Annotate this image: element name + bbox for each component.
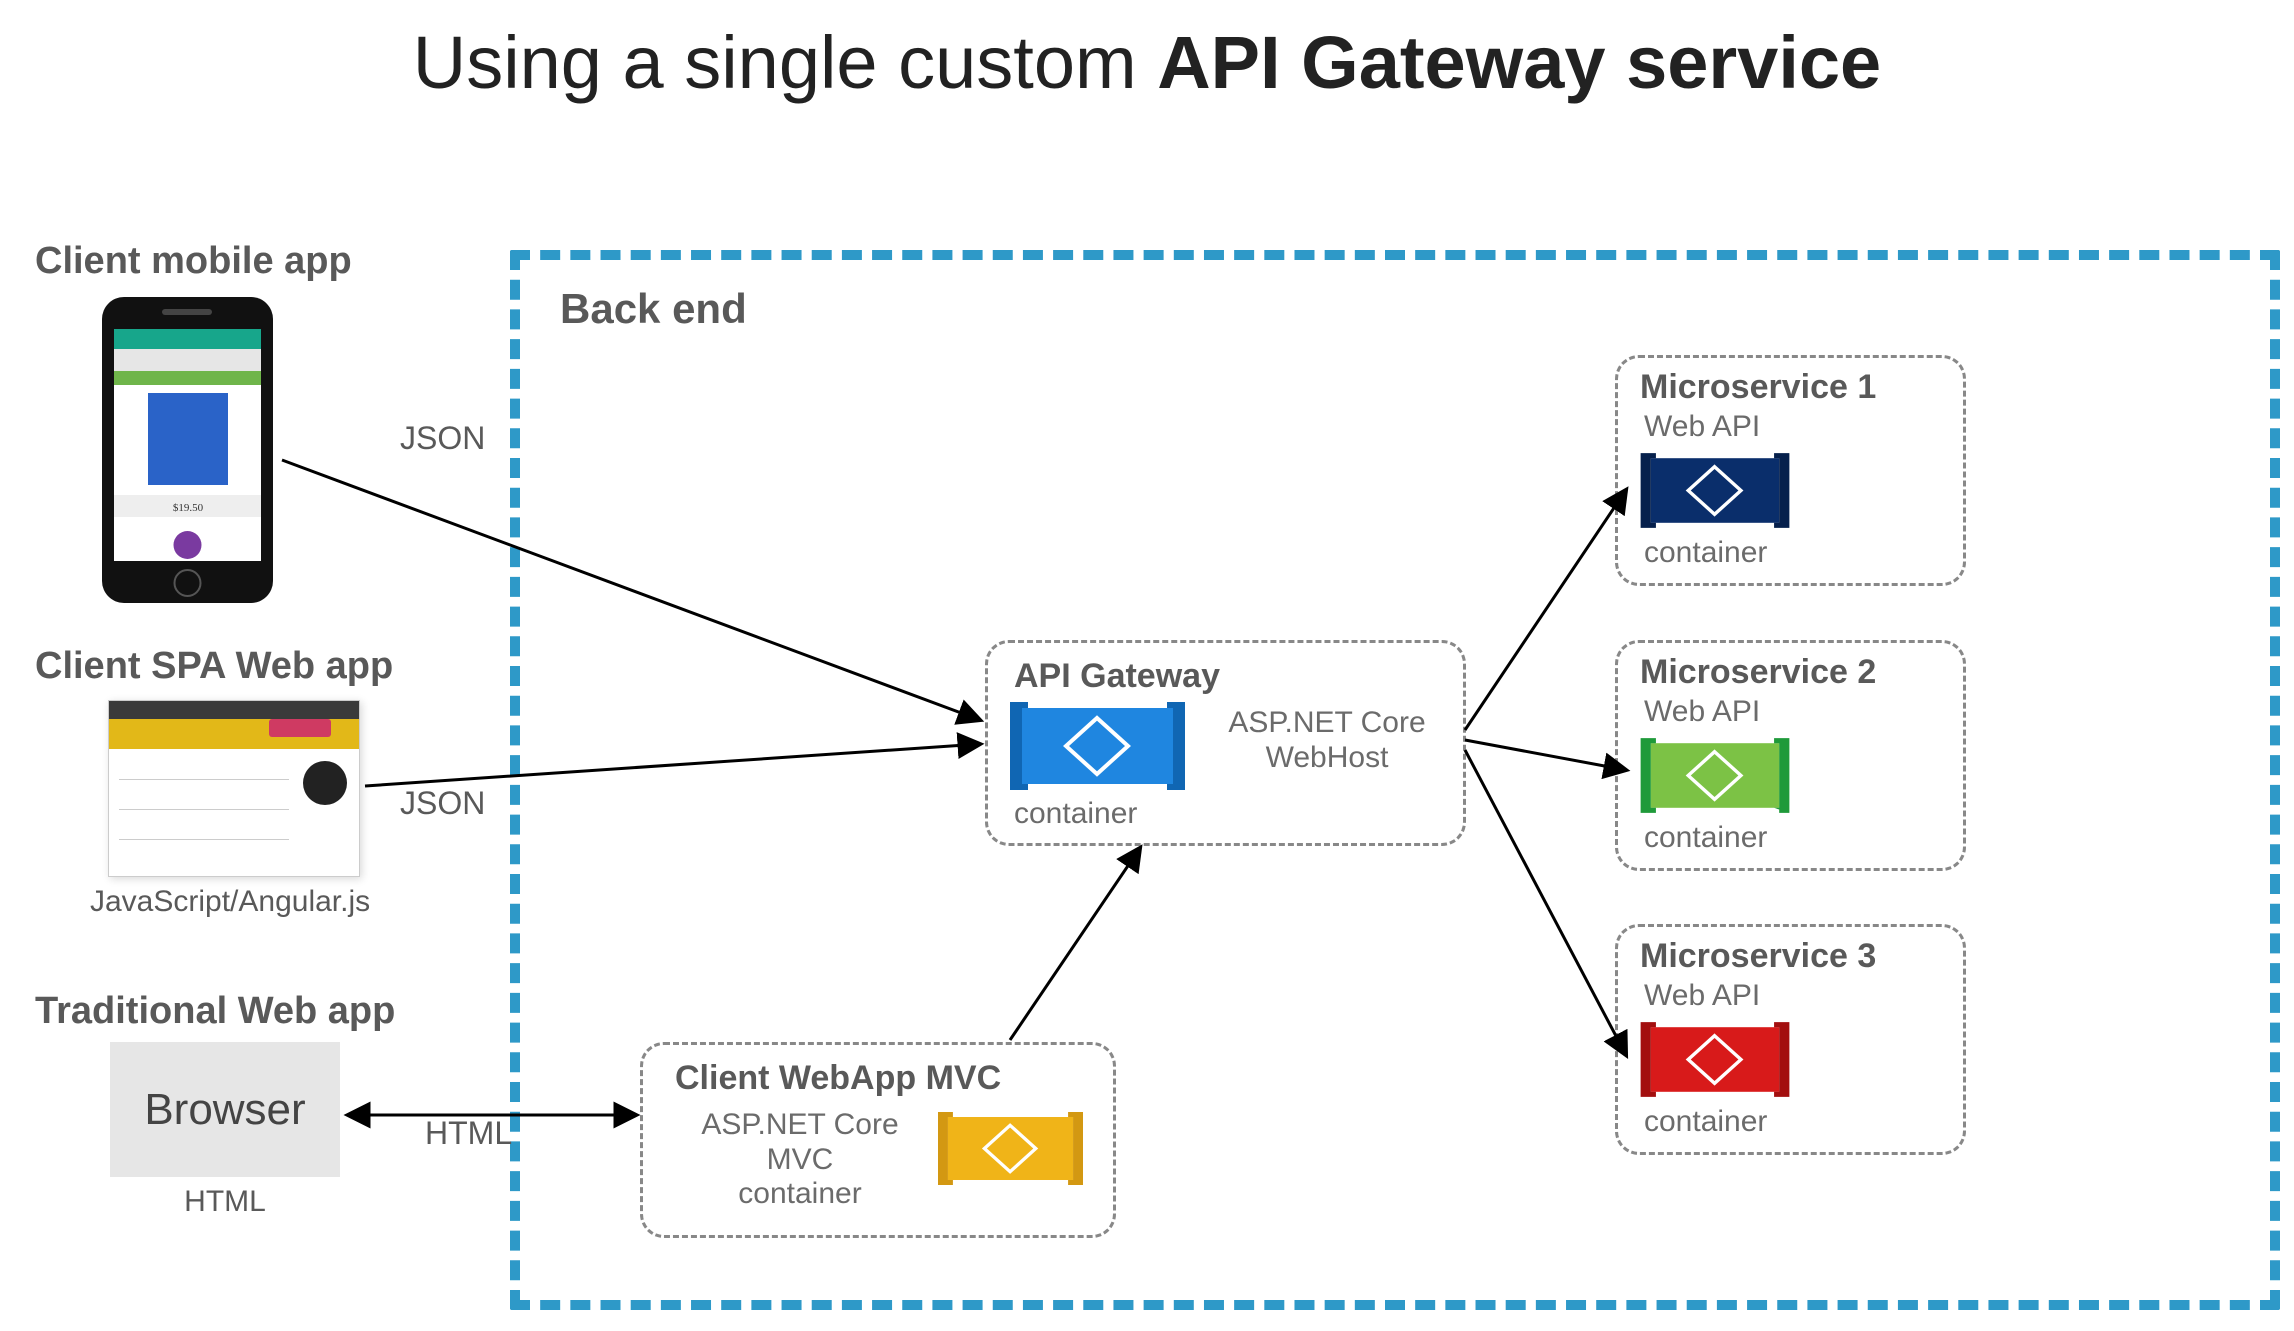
- arrows-overlay: [0, 0, 2294, 1331]
